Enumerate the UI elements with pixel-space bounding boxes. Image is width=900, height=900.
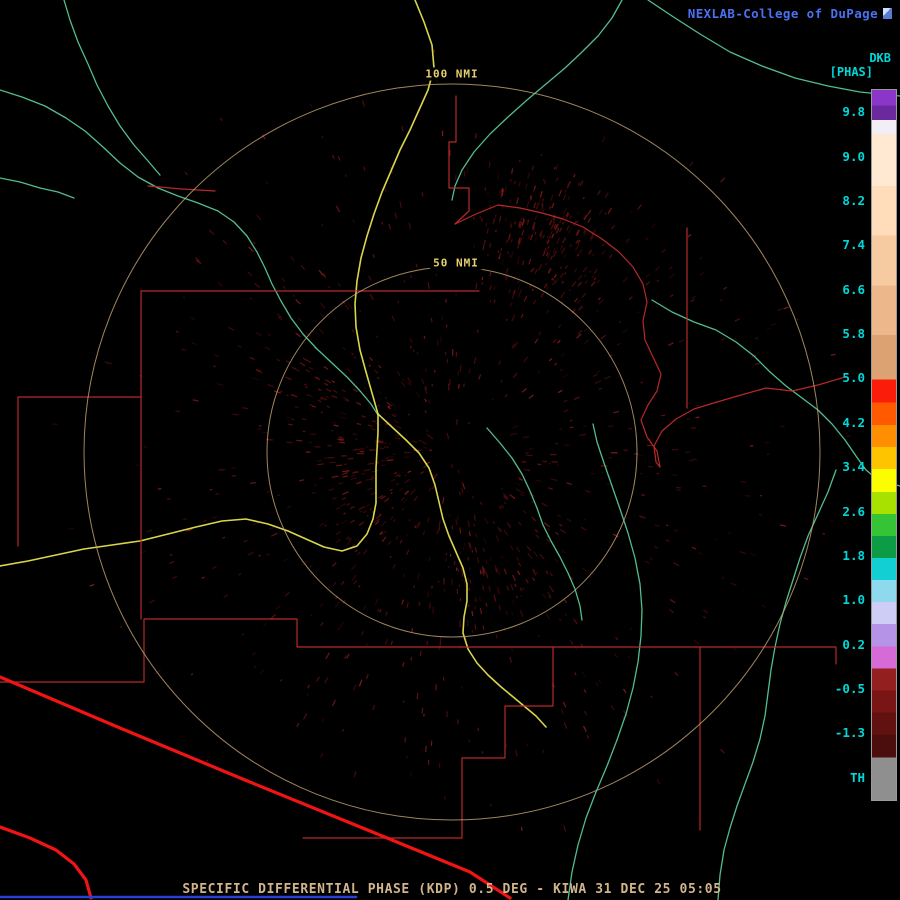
county-red <box>18 397 141 546</box>
county-red <box>455 205 661 467</box>
highways-yellow <box>0 414 378 566</box>
colorbar-tick: 0.2 <box>842 637 865 652</box>
colorbar-tick: 9.0 <box>842 149 865 164</box>
rivers-teal <box>452 0 622 200</box>
rivers-teal <box>487 428 582 620</box>
county-red <box>654 377 845 467</box>
colorbar-tick: 8.2 <box>842 193 865 208</box>
colorbar-tick: 9.8 <box>842 104 865 119</box>
attribution-text: NEXLAB-College of DuPage <box>688 6 878 21</box>
radar-map <box>0 0 900 900</box>
colorbar-tick: -1.3 <box>835 725 865 740</box>
colorbar-tick: 1.0 <box>842 592 865 607</box>
colorbar-tick: 4.2 <box>842 415 865 430</box>
colorbar-unit-label: DKB <box>869 51 891 65</box>
rivers-teal <box>718 470 836 900</box>
county-red <box>303 647 553 838</box>
radar-echo-layer <box>52 50 850 832</box>
attribution: NEXLAB-College of DuPage <box>688 6 892 21</box>
map-line-layer <box>0 0 900 900</box>
colorbar-tick: 5.0 <box>842 370 865 385</box>
rivers-teal <box>0 90 378 415</box>
range-ring-label-50nmi: 50 NMI <box>430 257 482 270</box>
county-red <box>700 647 836 664</box>
rivers-teal <box>0 178 74 198</box>
county-red <box>553 647 700 830</box>
colorbar-scale-label: [PHAS] <box>830 65 873 79</box>
colorbar-tick: 6.6 <box>842 282 865 297</box>
colorbar-tick: 2.6 <box>842 504 865 519</box>
county-red <box>0 619 462 682</box>
border-red-thick <box>0 827 91 898</box>
status-bar: SPECIFIC DIFFERENTIAL PHASE (KDP) 0.5 DE… <box>182 882 721 897</box>
colorbar-tick: -0.5 <box>835 681 865 696</box>
range-rings <box>84 84 820 820</box>
colorbar-tick: 7.4 <box>842 237 865 252</box>
county-red <box>449 96 469 224</box>
colorbar-gradient <box>872 90 896 800</box>
rivers-teal <box>568 424 642 900</box>
cod-logo-icon <box>883 8 892 19</box>
colorbar-tick: 5.8 <box>842 326 865 341</box>
colorbar-tick: TH <box>850 770 865 785</box>
range-ring-label-100nmi: 100 NMI <box>422 68 481 81</box>
colorbar-tick: 3.4 <box>842 459 865 474</box>
rivers-teal <box>64 0 160 175</box>
highways-yellow <box>355 0 434 414</box>
radar-display: 100 NMI 50 NMI NEXLAB-College of DuPage … <box>0 0 900 900</box>
colorbar-tick: 1.8 <box>842 548 865 563</box>
